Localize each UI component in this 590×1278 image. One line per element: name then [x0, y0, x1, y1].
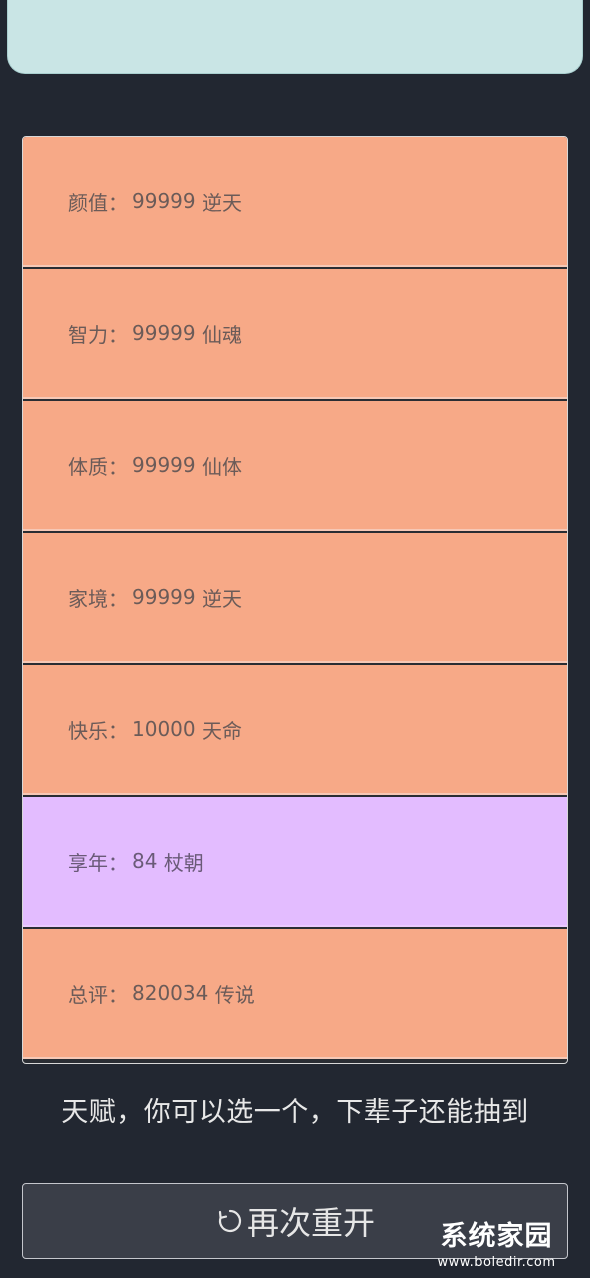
stat-row-appearance: 颜值： 99999 逆天 — [23, 137, 567, 267]
stat-label: 颜值 — [68, 190, 108, 215]
stat-separator: ： — [108, 850, 128, 875]
watermark-url: www.boledir.com — [437, 1255, 556, 1270]
stat-separator: ： — [108, 586, 128, 611]
stat-grade: 传说 — [214, 982, 255, 1007]
stat-separator: ： — [108, 190, 128, 215]
stat-grade: 逆天 — [201, 190, 242, 215]
stat-row-intelligence: 智力： 99999 仙魂 — [23, 269, 567, 399]
stat-label: 总评 — [68, 982, 108, 1007]
stat-label: 体质 — [68, 454, 108, 479]
stat-separator: ： — [108, 718, 128, 743]
stat-value: 99999 — [132, 189, 196, 213]
stat-label: 智力 — [68, 322, 108, 347]
stat-row-constitution: 体质： 99999 仙体 — [23, 401, 567, 531]
stat-grade: 天命 — [201, 718, 242, 743]
stat-separator: ： — [108, 454, 128, 479]
refresh-icon — [215, 1206, 245, 1236]
stat-value: 99999 — [132, 585, 196, 609]
stat-row-family: 家境： 99999 逆天 — [23, 533, 567, 663]
stat-value: 99999 — [132, 321, 196, 345]
stat-grade: 杖朝 — [163, 850, 204, 875]
stat-value: 820034 — [132, 981, 209, 1005]
stat-label: 家境 — [68, 586, 108, 611]
stat-grade: 仙魂 — [201, 322, 242, 347]
stat-grade: 仙体 — [201, 454, 242, 479]
watermark-name: 系统家园 — [440, 1221, 553, 1252]
top-banner — [7, 0, 583, 74]
stat-grade: 逆天 — [201, 586, 242, 611]
stat-value: 84 — [132, 849, 158, 873]
stat-row-lifespan: 享年： 84 杖朝 — [23, 797, 567, 927]
stat-row-overall: 总评： 820034 传说 — [23, 929, 567, 1059]
talent-hint-text: 天赋，你可以选一个，下辈子还能抽到 — [61, 1097, 529, 1128]
stat-label: 享年 — [68, 850, 108, 875]
watermark-logo: 系统家园 www.boledir.com — [409, 1220, 584, 1278]
restart-button-label: 再次重开 — [246, 1204, 375, 1242]
stat-separator: ： — [108, 982, 128, 1007]
stat-value: 99999 — [132, 453, 196, 477]
stat-row-happiness: 快乐： 10000 天命 — [23, 665, 567, 795]
life-summary-panel: 颜值： 99999 逆天 智力： 99999 仙魂 体质： 99999 仙体 家境： 9… — [22, 136, 568, 1064]
stat-label: 快乐 — [68, 718, 108, 743]
stat-separator: ： — [108, 322, 128, 347]
stat-value: 10000 — [132, 717, 196, 741]
